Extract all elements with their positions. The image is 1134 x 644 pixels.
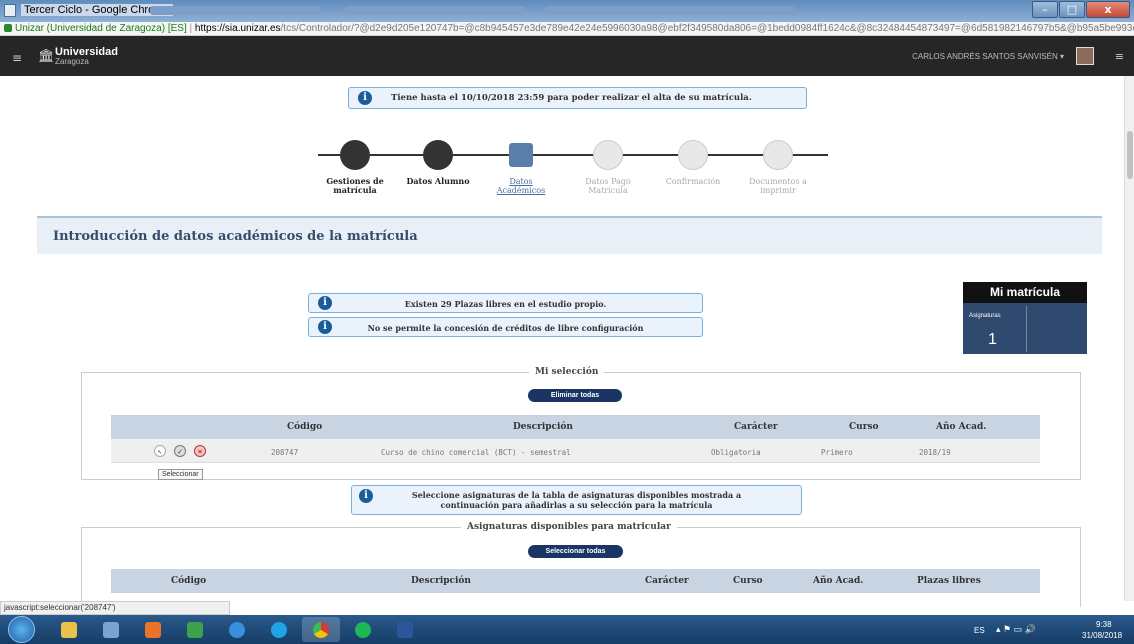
creditos-notice: i No se permite la concesión de créditos…	[308, 317, 703, 337]
page-title: Introducción de datos académicos de la m…	[53, 229, 418, 244]
window-titlebar: Tercer Ciclo - Google Chrome – □ x	[0, 0, 1134, 22]
mi-seleccion-legend: Mi selección	[529, 367, 605, 377]
taskbar-chrome[interactable]	[302, 617, 340, 642]
university-logo-icon: 🏛	[38, 49, 55, 64]
col-caracter[interactable]: Carácter	[734, 422, 778, 432]
step-label-confirmacion: Confirmación	[665, 177, 721, 186]
stepper-track	[318, 154, 828, 156]
asignaturas-count: 1	[988, 331, 997, 348]
url-host: https://sia.unizar.es	[194, 23, 281, 34]
disponibles-legend: Asignaturas disponibles para matricular	[461, 522, 677, 532]
asignaturas-label: Asignaturas	[969, 313, 1001, 319]
step-label-datos-academicos[interactable]: Datos Académicos	[481, 177, 561, 195]
cell-anio: 2018/19	[919, 448, 951, 457]
scrollbar-thumb[interactable]	[1127, 131, 1133, 179]
disponibles-fieldset	[81, 527, 1081, 607]
taskbar-explorer[interactable]	[50, 617, 88, 642]
col-codigo[interactable]: Código	[171, 576, 206, 586]
tab-strip-blur	[345, 6, 525, 15]
taskbar-app-4[interactable]	[176, 617, 214, 642]
divider	[1026, 306, 1027, 352]
tab-strip-blur	[545, 6, 795, 15]
app-header: ≡ 🏛 Universidad Zaragoza CARLOS ANDRÉS S…	[0, 36, 1134, 76]
step-datos-academicos[interactable]	[509, 143, 533, 167]
col-curso[interactable]: Curso	[849, 422, 879, 432]
taskbar-spotify[interactable]	[344, 617, 382, 642]
check-icon[interactable]: ✓	[174, 445, 186, 457]
site-identity[interactable]: Unizar (Universidad de Zaragoza) [ES]	[15, 23, 187, 34]
plazas-text: Existen 29 Plazas libres en el estudio p…	[404, 299, 607, 309]
table-row[interactable]: ↖ ✓ ✕ 208747 Curso de chino comercial (B…	[111, 439, 1040, 463]
col-caracter[interactable]: Carácter	[645, 576, 689, 586]
logo-subtitle: Zaragoza	[55, 57, 89, 66]
chrome-app-icon	[4, 4, 16, 17]
step-documentos	[763, 140, 793, 170]
col-curso[interactable]: Curso	[733, 576, 763, 586]
tray-icons[interactable]: ▴ ⚑ ▭ 🔊	[996, 624, 1036, 635]
url-path: /tcs/Controlador/?@d2e9d205e120747b=@c8b…	[280, 23, 1134, 34]
plazas-notice: i Existen 29 Plazas libres en el estudio…	[308, 293, 703, 313]
col-descripcion[interactable]: Descripción	[513, 422, 573, 432]
cell-codigo: 208747	[271, 448, 299, 457]
step-label-gestiones: Gestiones de matrícula	[326, 176, 384, 195]
page-scrollbar[interactable]	[1124, 76, 1134, 601]
taskbar-app-2[interactable]	[92, 617, 130, 642]
deadline-text: Tiene hasta el 10/10/2018 23:59 para pod…	[391, 93, 752, 103]
sidebar-toggle-icon[interactable]: ≡	[12, 51, 22, 65]
seleccion-table-header: Código Descripción Carácter Curso Año Ac…	[111, 415, 1040, 439]
clock-date[interactable]: 31/08/2018	[1082, 631, 1122, 640]
eliminar-todas-button[interactable]: Eliminar todas	[528, 389, 622, 402]
taskbar-skype[interactable]	[260, 617, 298, 642]
start-button[interactable]	[8, 616, 35, 643]
step-label-documentos: Documentos a imprimir	[749, 177, 807, 195]
seleccione-notice: i Seleccione asignaturas de la tabla de …	[351, 485, 802, 515]
tab-strip-blur	[150, 6, 320, 15]
close-button[interactable]: x	[1086, 1, 1130, 18]
step-label-datos-pago: Datos Pago Matrícula	[585, 177, 631, 195]
info-icon: i	[358, 91, 372, 105]
mi-matricula-panel[interactable]: Mi matrícula Asignaturas 1	[963, 282, 1087, 354]
cell-curso: Primero	[821, 448, 853, 457]
deadline-notice: i Tiene hasta el 10/10/2018 23:59 para p…	[348, 87, 807, 109]
clock-time[interactable]: 9:38	[1096, 620, 1112, 629]
tooltip-seleccionar: Seleccionar	[158, 469, 203, 480]
col-anio[interactable]: Año Acad.	[813, 576, 863, 586]
step-datos-alumno[interactable]	[423, 140, 453, 170]
browser-status-bar: javascript:seleccionar('208747')	[0, 601, 230, 615]
col-plazas[interactable]: Plazas libres	[917, 576, 981, 586]
taskbar-media-player[interactable]	[134, 617, 172, 642]
cursor-select-icon[interactable]: ↖	[154, 445, 166, 457]
language-indicator[interactable]: ES	[974, 626, 985, 635]
cell-descripcion: Curso de chino comercial (BCT) - semestr…	[381, 448, 571, 457]
windows-taskbar: ES ▴ ⚑ ▭ 🔊 9:38 31/08/2018	[0, 615, 1134, 644]
col-anio[interactable]: Año Acad.	[936, 422, 986, 432]
logout-icon[interactable]: ≡	[1115, 50, 1124, 63]
maximize-button[interactable]: □	[1059, 1, 1085, 18]
section-header: Introducción de datos académicos de la m…	[37, 216, 1102, 254]
step-confirmacion	[678, 140, 708, 170]
taskbar-ie[interactable]	[218, 617, 256, 642]
col-codigo[interactable]: Código	[287, 422, 322, 432]
minimize-button[interactable]: –	[1032, 1, 1058, 18]
avatar[interactable]	[1076, 47, 1094, 65]
step-datos-pago	[593, 140, 623, 170]
step-label-datos-alumno: Datos Alumno	[406, 176, 470, 186]
seleccionar-todas-button[interactable]: Seleccionar todas	[528, 545, 623, 558]
col-descripcion[interactable]: Descripción	[411, 576, 471, 586]
disponibles-table-header: Código Descripción Carácter Curso Año Ac…	[111, 569, 1040, 593]
cell-caracter: Obligatoria	[711, 448, 761, 457]
seleccione-text: Seleccione asignaturas de la tabla de as…	[411, 490, 742, 510]
mi-matricula-title: Mi matrícula	[963, 282, 1087, 303]
taskbar-word[interactable]	[386, 617, 424, 642]
user-menu[interactable]: CARLOS ANDRÉS SANTOS SANVISÉN ▾	[912, 52, 1064, 61]
lock-icon	[4, 24, 12, 32]
creditos-text: No se permite la concesión de créditos d…	[367, 323, 644, 333]
step-gestiones[interactable]	[340, 140, 370, 170]
system-tray: ES ▴ ⚑ ▭ 🔊 9:38 31/08/2018	[964, 615, 1134, 644]
address-bar[interactable]: Unizar (Universidad de Zaragoza) [ES] | …	[0, 22, 1134, 36]
remove-icon[interactable]: ✕	[194, 445, 206, 457]
